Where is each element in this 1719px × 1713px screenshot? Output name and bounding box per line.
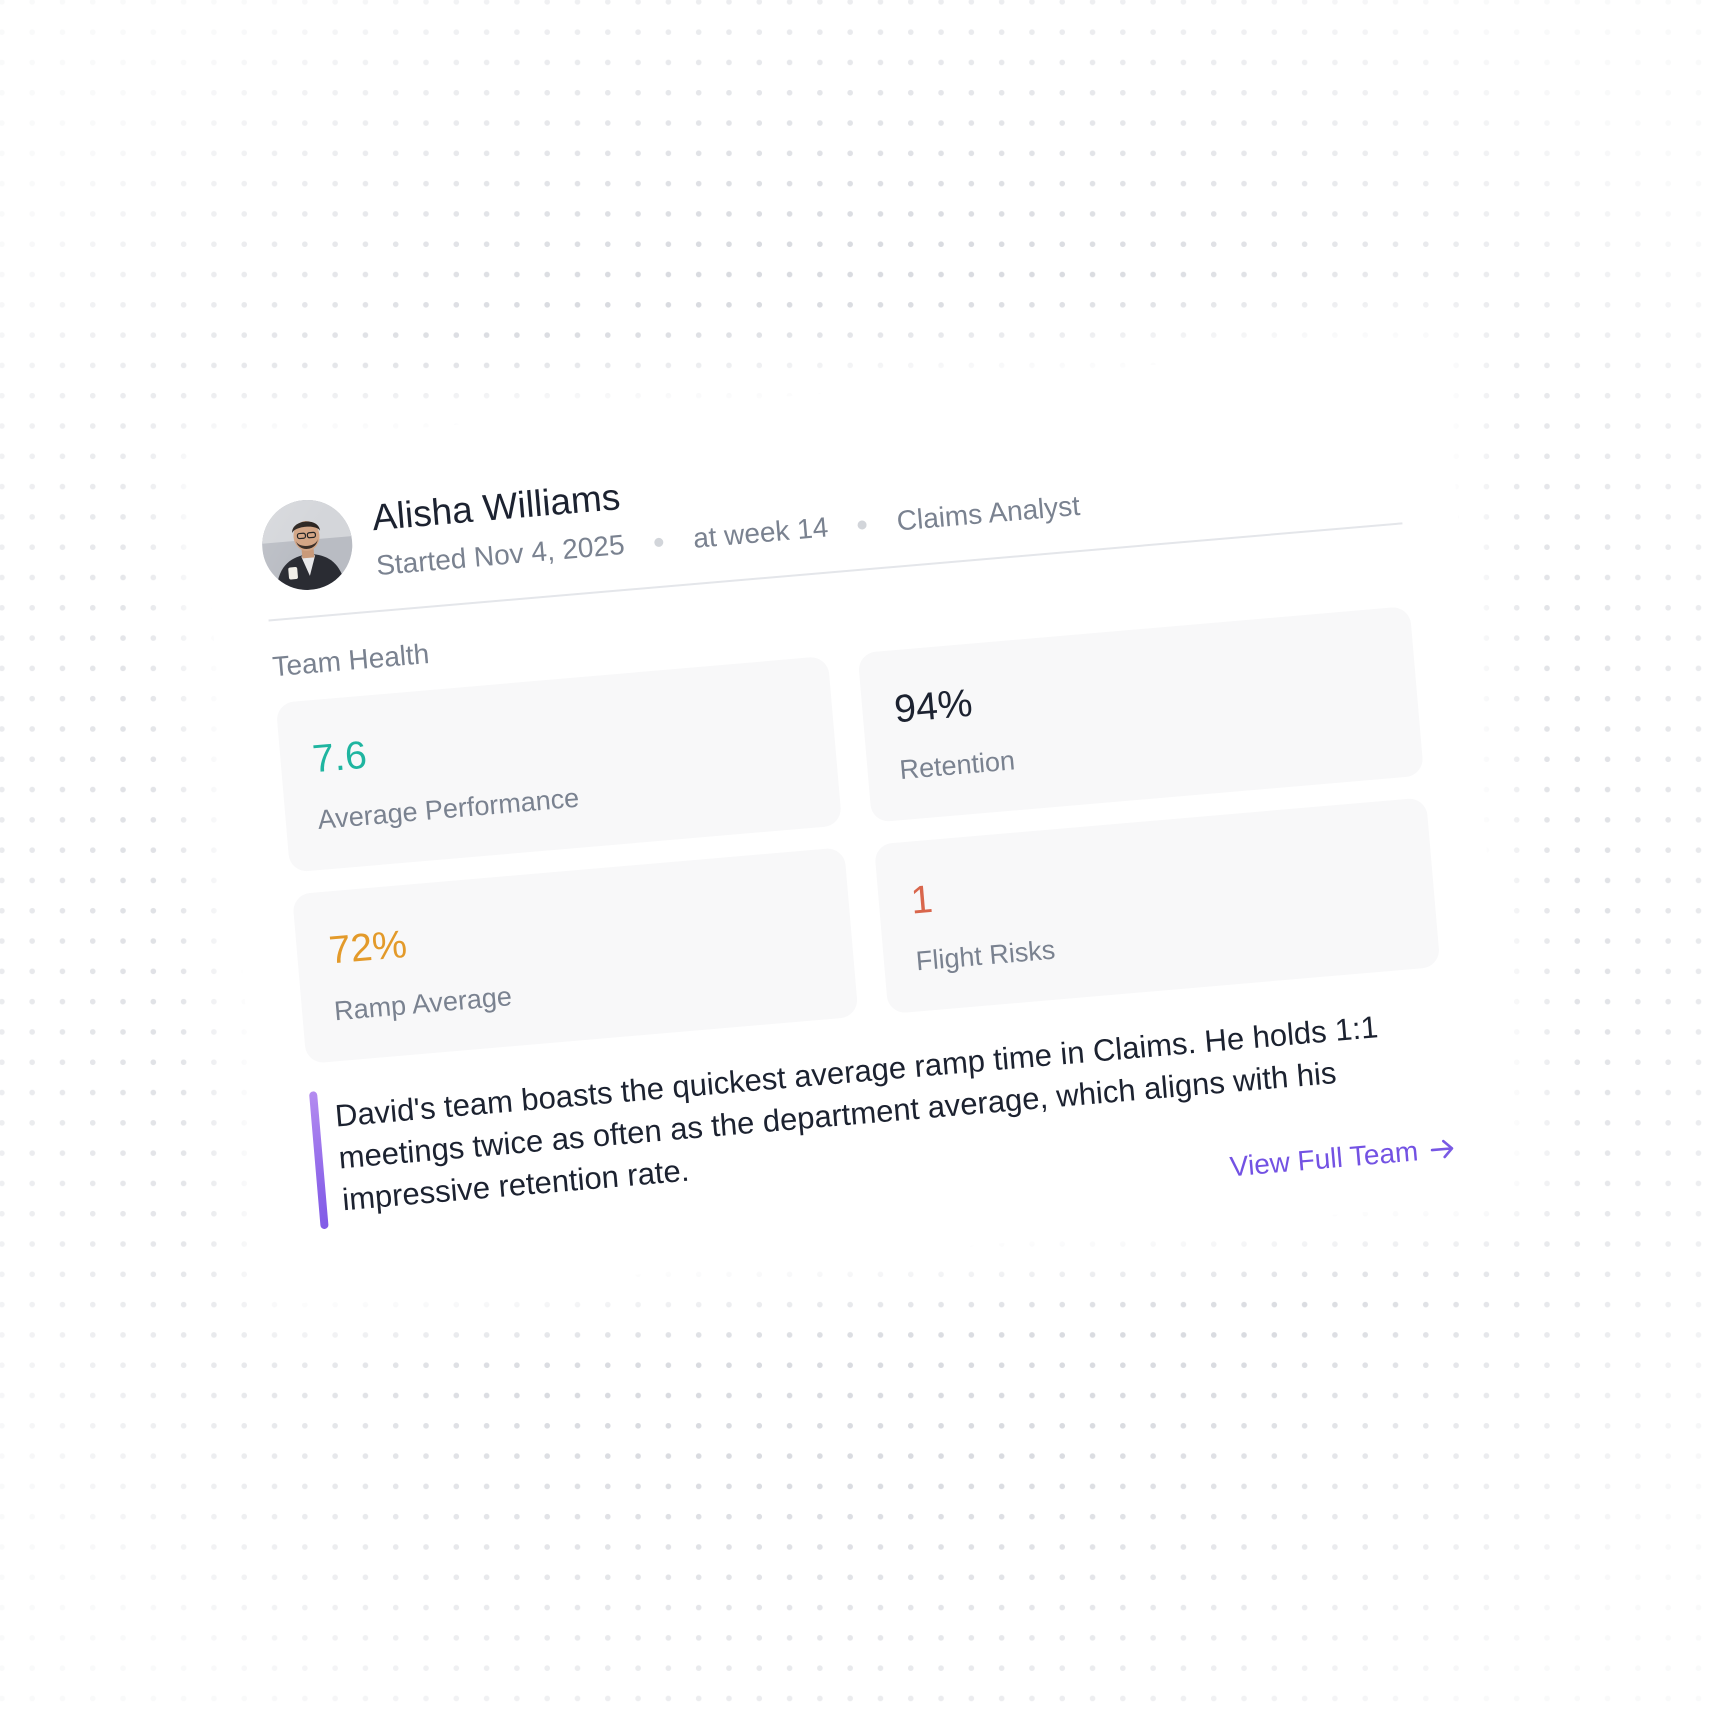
- metric-average-performance: 7.6 Average Performance: [275, 655, 843, 873]
- week-count: at week 14: [691, 511, 830, 555]
- metric-value: 7.6: [310, 733, 369, 782]
- metrics-grid: 7.6 Average Performance 94% Retention 72…: [275, 606, 1441, 1064]
- metric-value: 72%: [327, 922, 409, 973]
- avatar: [258, 496, 356, 594]
- metric-value: 1: [909, 877, 935, 923]
- separator-dot: [653, 537, 664, 547]
- metric-label: Average Performance: [316, 782, 581, 835]
- metric-label: Flight Risks: [914, 934, 1057, 977]
- team-card: Alisha Williams Started Nov 4, 2025 at w…: [197, 340, 1517, 1306]
- role: Claims Analyst: [895, 490, 1082, 537]
- quote-accent-bar: [308, 1091, 329, 1229]
- arrow-right-icon: [1429, 1137, 1457, 1161]
- profile-info: Alisha Williams Started Nov 4, 2025 at w…: [370, 436, 1081, 582]
- metric-value: 94%: [892, 681, 975, 732]
- metric-flight-risks: 1 Flight Risks: [873, 797, 1441, 1015]
- separator-dot: [857, 519, 868, 530]
- metric-retention: 94% Retention: [857, 606, 1425, 823]
- metric-ramp-average: 72% Ramp Average: [292, 847, 859, 1064]
